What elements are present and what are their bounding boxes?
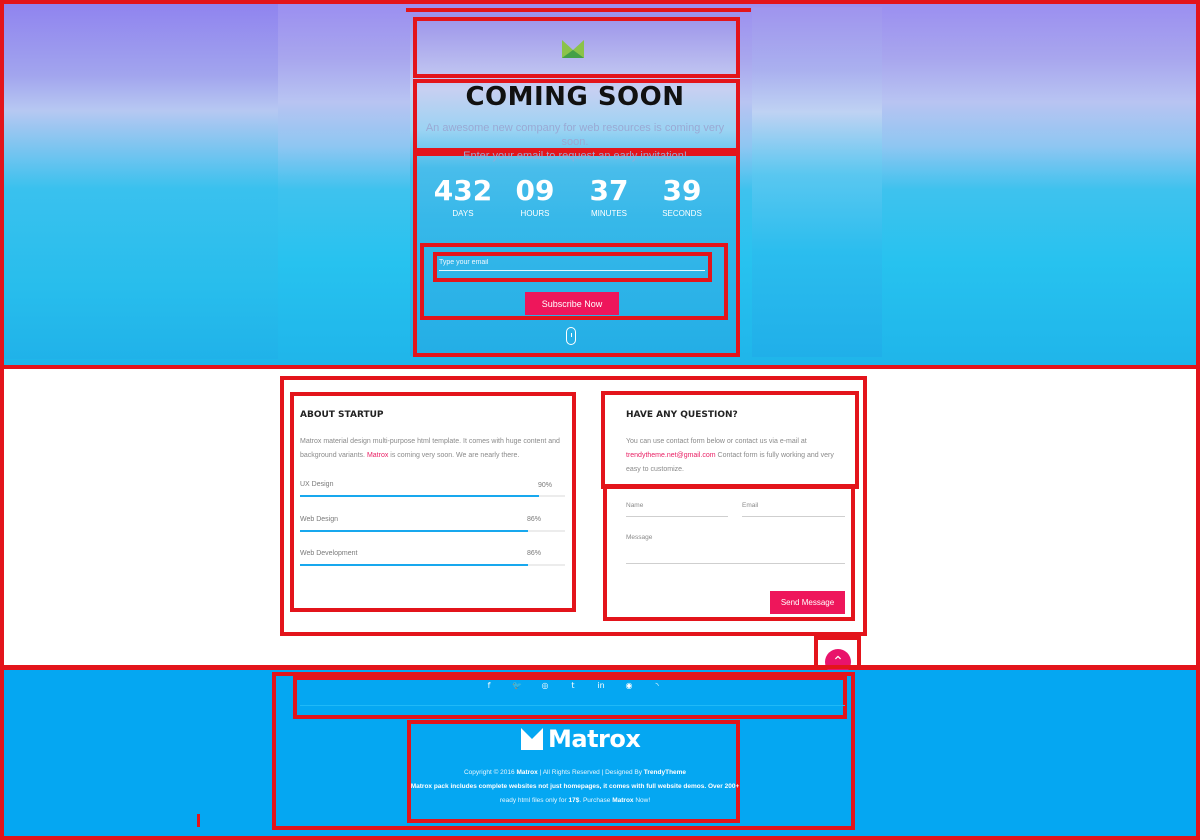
matrox-logo-icon [521,728,543,750]
page-outline-top [0,0,1200,6]
page-root: COMING SOON An awesome new company for w… [0,0,1200,840]
skill-label: UX Design [300,481,334,488]
countdown-seconds: 39 SECONDS [647,174,717,219]
skill-bar-web-development [300,564,528,566]
pack-brand: Matrox [612,797,634,804]
pack-part4: Now! [635,797,651,804]
designed-by-name[interactable]: TrendyTheme [644,769,686,776]
countdown-minutes-label: MINUTES [591,209,627,218]
countdown-hours-value: 09 [515,174,555,207]
copyright-brand: Matrox [516,769,538,776]
pack-description: Matrox pack includes complete websites n… [410,783,740,804]
pack-price: 17$ [568,797,580,804]
matrox-logo-icon [562,40,584,58]
email-input-underline [439,270,705,271]
facebook-icon[interactable]: f [483,681,495,693]
countdown-minutes-value: 37 [589,174,629,207]
countdown-days-value: 432 [433,174,493,207]
designed-by-label: Designed By [605,769,642,776]
hero-left-bg [4,4,278,359]
page-title: COMING SOON [465,82,685,112]
countdown-seconds-value: 39 [662,174,702,207]
about-title: ABOUT STARTUP [300,410,384,420]
tumblr-icon[interactable]: t [567,681,579,693]
dribbble-icon[interactable]: ◎ [539,681,551,693]
hero-top-stripe [406,8,751,14]
contact-email-link[interactable]: trendytheme.net@gmail.com [626,452,716,459]
message-field-label: Message [626,534,653,541]
pack-part3: Purchase [582,797,611,804]
countdown-hours-label: HOURS [520,209,550,218]
skill-percent: 86% [527,550,542,557]
rss-icon[interactable]: ◝ [651,681,663,693]
mouse-scroll-icon[interactable] [566,327,576,345]
footer-brand: Matrox [521,724,641,754]
footer-left-mark [197,814,200,827]
skill-bar-ux-design [300,495,539,497]
skill-track [300,530,565,532]
about-text: Matrox material design multi-purpose htm… [300,435,565,463]
email-field[interactable] [742,516,845,517]
countdown-seconds-label: SECONDS [662,209,702,218]
message-field[interactable] [626,563,845,564]
skill-bar-web-design [300,530,528,532]
name-field-label: Name [626,502,644,509]
skill-percent: 86% [527,516,542,523]
contact-text-part2: Contact form is fully working and very [717,452,834,459]
skill-label: Web Design [300,516,339,523]
pack-part1: Matrox pack includes complete websites n… [410,783,723,790]
brand-name: Matrox [548,725,641,753]
hero-subtitle: An awesome new company for web resources… [414,121,736,163]
email-input[interactable] [439,254,705,270]
subscribe-button[interactable]: Subscribe Now [525,292,619,315]
about-box [290,392,576,612]
name-field[interactable] [626,516,728,517]
instagram-icon[interactable]: ◉ [623,681,635,693]
about-text-part3: is coming very soon. We are nearly there… [390,452,520,459]
countdown-hours: 09 HOURS [500,174,570,219]
countdown-minutes: 37 MINUTES [574,174,644,219]
contact-text: You can use contact form below or contac… [626,435,846,477]
contact-text-part1: You can use contact form below or contac… [626,438,807,445]
twitter-icon[interactable]: 🐦 [511,681,523,693]
pack-count: 200+ [724,783,740,790]
hero-right-bg [752,7,882,357]
email-field-label: Email [742,502,759,509]
copyright: Copyright © 2016 Matrox | All Rights Res… [410,766,740,780]
hero-subtitle-line1: An awesome new company for web resources… [425,122,725,148]
about-text-part1: Matrox material design multi-purpose htm… [300,438,547,445]
skill-track [300,495,565,497]
linkedin-icon[interactable]: in [595,681,607,693]
skill-percent: 90% [538,482,553,489]
countdown-days-label: DAYS [452,209,474,218]
about-highlight: Matrox [366,452,389,459]
pack-part2: ready html files only for [499,797,567,804]
countdown-days: 432 DAYS [428,174,498,219]
skill-track [300,564,565,566]
copyright-rights: All Rights Reserved [542,769,600,776]
contact-title: HAVE ANY QUESTION? [626,410,738,420]
send-message-button[interactable]: Send Message [770,591,845,614]
hero-subtitle-line2: Enter your email to request an early inv… [463,150,687,162]
contact-text-part3: easy to customize. [626,466,684,473]
footer-divider [300,705,845,706]
copyright-prefix: Copyright © 2016 [463,769,515,776]
skill-label: Web Development [300,550,358,557]
